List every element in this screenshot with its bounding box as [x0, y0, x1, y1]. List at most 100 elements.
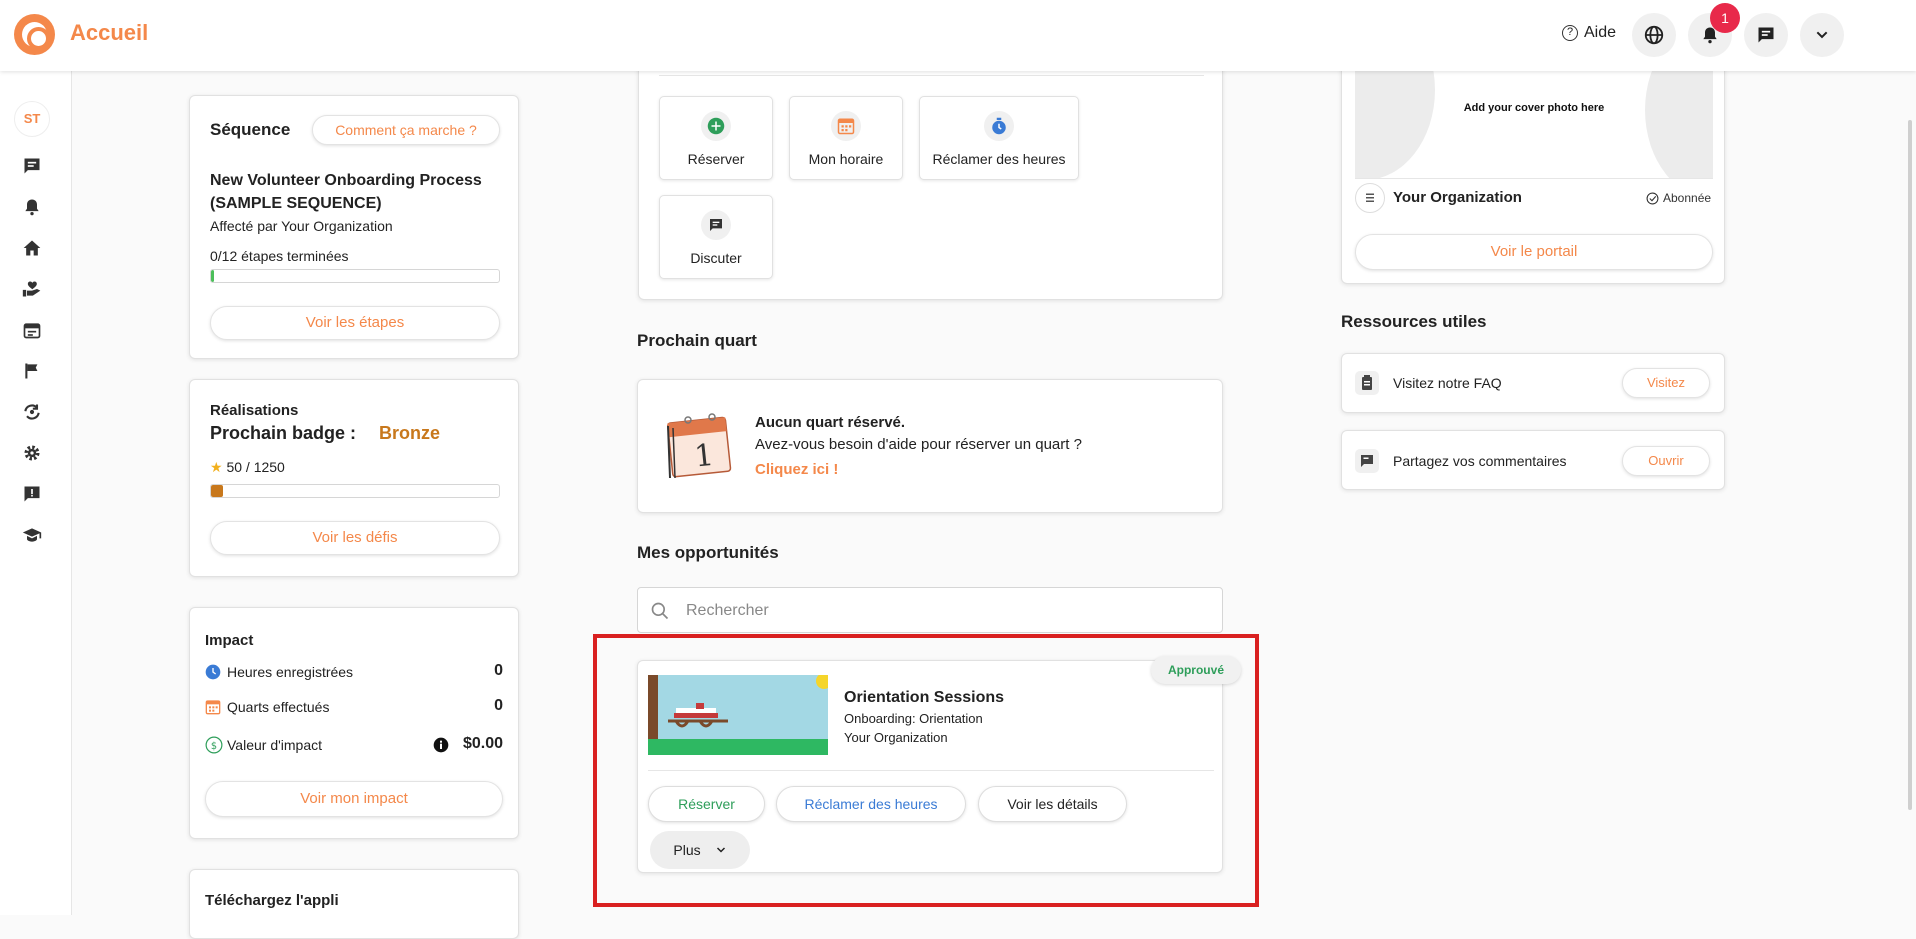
resource-feedback-label: Partagez vos commentaires	[1393, 453, 1567, 469]
sequence-steps-done: 0/12 étapes terminées	[210, 248, 349, 264]
more-label: Plus	[673, 842, 701, 858]
next-badge-label: Prochain badge :	[210, 423, 357, 443]
quick-action-chat[interactable]: Discuter	[659, 195, 773, 279]
quick-actions-card: Réserver Mon horaire Réclamer des heures…	[638, 60, 1223, 300]
points-row: ★ 50 / 1250	[210, 459, 285, 476]
feedback-icon	[1355, 449, 1379, 473]
view-challenges-button[interactable]: Voir les défis	[210, 521, 500, 555]
chevron-down-icon	[1816, 31, 1828, 39]
divider	[1355, 178, 1713, 179]
impact-shifts-label: Quarts effectués	[227, 699, 330, 715]
home-icon[interactable]	[22, 238, 42, 258]
messages-button[interactable]	[1744, 13, 1788, 57]
resources-title: Ressources utiles	[1341, 312, 1487, 331]
follow-status-label: Abonnée	[1663, 191, 1712, 205]
check-circle-icon	[1646, 192, 1659, 204]
opportunity-details-button[interactable]: Voir les détails	[978, 786, 1127, 822]
hand-heart-icon[interactable]	[22, 279, 42, 299]
chevron-down-icon	[716, 847, 725, 853]
page-scrollbar[interactable]	[1908, 120, 1912, 810]
stopwatch-icon-wrap	[984, 111, 1014, 141]
opportunity-organization: Your Organization	[844, 730, 948, 745]
organization-logo	[1355, 183, 1385, 213]
opportunity-title[interactable]: Orientation Sessions	[844, 689, 1004, 707]
brand-logo[interactable]	[14, 14, 55, 55]
next-shift-title: Prochain quart	[637, 331, 757, 350]
quick-action-schedule[interactable]: Mon horaire	[789, 96, 903, 180]
download-app-title: Téléchargez l'appli	[205, 892, 339, 909]
account-menu-button[interactable]	[1800, 13, 1844, 57]
cover-photo-area[interactable]: Add your cover photo here	[1355, 60, 1713, 178]
avatar[interactable]: ST	[14, 101, 50, 137]
achievements-card: Réalisations Prochain badge : Bronze ★ 5…	[189, 379, 519, 577]
badge-progress-fill	[211, 485, 223, 497]
sequence-title: Séquence	[210, 120, 291, 139]
help-icon: ?	[1562, 25, 1578, 41]
chat-icon-wrap	[701, 210, 731, 240]
opportunity-subtitle: Onboarding: Orientation	[844, 711, 983, 726]
gear-icon[interactable]	[22, 443, 42, 463]
resource-feedback: Partagez vos commentaires Ouvrir	[1341, 430, 1725, 490]
plus-circle-icon-wrap	[701, 111, 731, 141]
organization-card: Add your cover photo here Your Organizat…	[1341, 60, 1725, 284]
impact-hours-value: 0	[494, 662, 503, 679]
view-steps-button[interactable]: Voir les étapes	[210, 306, 500, 340]
refresh-search-icon[interactable]	[22, 402, 42, 422]
top-bar: Accueil ? Aide 1	[0, 0, 1916, 71]
quick-action-book[interactable]: Réserver	[659, 96, 773, 180]
impact-value-value: $0.00	[462, 735, 503, 752]
follow-status[interactable]: Abonnée	[1646, 191, 1711, 205]
impact-title: Impact	[205, 632, 254, 649]
sequence-assigned-by: Affecté par Your Organization	[210, 218, 393, 234]
globe-icon	[1644, 25, 1664, 45]
flag-icon[interactable]	[22, 361, 42, 381]
stopwatch-icon	[992, 117, 1006, 135]
next-shift-card: 1 Aucun quart réservé. Avez-vous besoin …	[637, 379, 1223, 513]
resource-faq-label: Visitez notre FAQ	[1393, 375, 1502, 391]
menu-lines-icon	[1366, 193, 1374, 202]
no-shift-heading: Aucun quart réservé.	[755, 414, 906, 431]
sequence-progress-fill	[211, 270, 215, 282]
next-badge-value: Bronze	[379, 423, 441, 443]
impact-card: Impact Heures enregistrées 0 Quarts effe…	[189, 607, 519, 839]
divider	[648, 770, 1214, 771]
quick-action-claim-hours-label: Réclamer des heures	[932, 151, 1066, 167]
view-impact-button[interactable]: Voir mon impact	[205, 781, 503, 817]
resource-faq-button[interactable]: Visitez	[1622, 368, 1710, 398]
opportunity-thumbnail	[648, 675, 828, 755]
view-portal-button[interactable]: Voir le portail	[1355, 234, 1713, 270]
page-title: Accueil	[70, 20, 149, 45]
clipboard-icon	[1355, 371, 1379, 395]
graduation-cap-icon[interactable]	[22, 525, 42, 545]
chat-icon[interactable]	[22, 156, 42, 176]
help-link[interactable]: ? Aide	[1562, 24, 1616, 42]
calendar-illustration: 1	[666, 413, 732, 479]
feedback-icon[interactable]	[22, 484, 42, 504]
download-app-card: Téléchargez l'appli	[189, 869, 519, 939]
info-icon[interactable]	[433, 737, 449, 753]
quick-action-chat-label: Discuter	[690, 250, 742, 266]
sequence-card: Séquence Comment ça marche ? New Volunte…	[189, 95, 519, 359]
how-it-works-button[interactable]: Comment ça marche ?	[312, 115, 500, 145]
cover-photo-text: Add your cover photo here	[1463, 102, 1605, 114]
dollar-circle-icon: $	[205, 736, 223, 754]
opportunity-claim-hours-button[interactable]: Réclamer des heures	[776, 786, 966, 822]
sidebar: ST	[0, 71, 72, 915]
language-button[interactable]	[1632, 13, 1676, 57]
organization-name[interactable]: Your Organization	[1393, 189, 1522, 206]
opportunity-book-button[interactable]: Réserver	[648, 786, 765, 822]
calendar-icon[interactable]	[22, 320, 42, 340]
bell-icon[interactable]	[22, 197, 42, 217]
opportunity-more-button[interactable]: Plus	[650, 831, 750, 869]
quick-action-claim-hours[interactable]: Réclamer des heures	[919, 96, 1079, 180]
clock-icon	[205, 664, 221, 680]
opportunities-title: Mes opportunités	[637, 543, 779, 562]
divider	[659, 75, 1204, 76]
impact-shifts-value: 0	[494, 697, 503, 714]
sequence-progress-bar	[210, 269, 500, 283]
impact-value-label: Valeur d'impact	[227, 737, 323, 753]
book-shift-link[interactable]: Cliquez ici !	[755, 461, 838, 478]
resource-feedback-button[interactable]: Ouvrir	[1622, 446, 1710, 476]
search-input[interactable]	[686, 599, 1186, 623]
no-shift-subtext: Avez-vous besoin d'aide pour réserver un…	[755, 436, 1082, 453]
